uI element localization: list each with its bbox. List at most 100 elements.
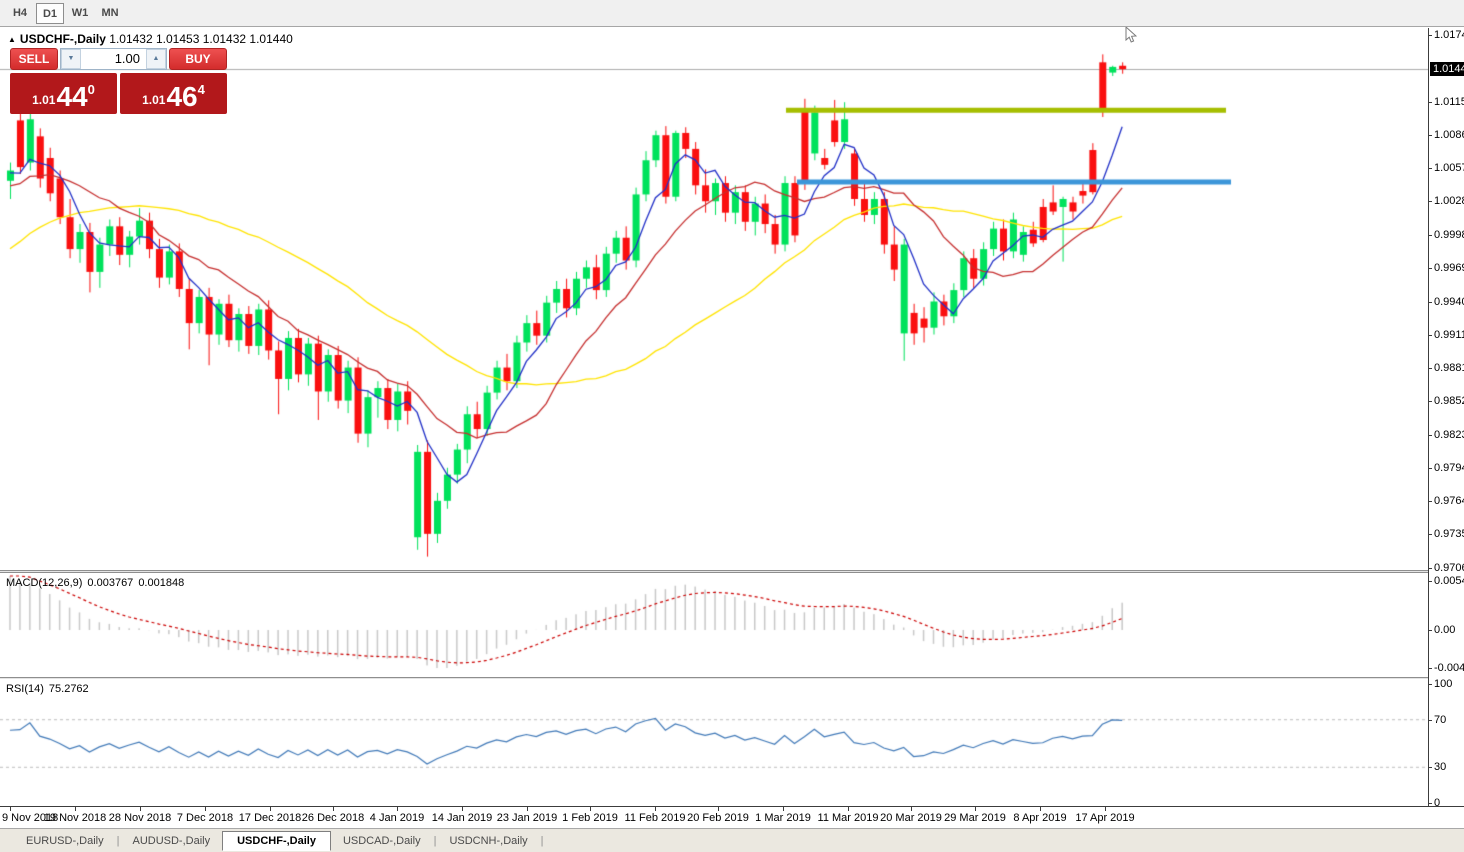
macd-pane: MACD(12,26,9) 0.003767 0.001848 [0, 573, 1464, 677]
price-axis-label: 0.98230 [1434, 429, 1464, 441]
tab-usdchf[interactable]: USDCHF-,Daily [222, 831, 331, 851]
buy-price-pip: 4 [198, 82, 205, 97]
date-axis-label: 1 Mar 2019 [755, 812, 811, 824]
date-tick-mark [655, 807, 656, 811]
axis-tick-mark [1429, 268, 1432, 269]
rsi-name: RSI(14) [6, 683, 44, 695]
rsi-axis-label: 70 [1434, 714, 1446, 726]
timeframe-button-w1[interactable]: W1 [66, 3, 94, 24]
sell-price-big: 44 [56, 84, 87, 110]
macd-label: MACD(12,26,9) 0.003767 0.001848 [6, 577, 189, 589]
one-click-trade-panel: SELL ▼ 1.00 ▲ BUY 1.01440 1.01464 [10, 48, 227, 114]
date-axis-label: 28 Nov 2018 [109, 812, 171, 824]
buy-price-display[interactable]: 1.01464 [120, 73, 227, 114]
price-axis[interactable]: 1.017401.011551.008651.005701.002800.999… [1428, 28, 1464, 806]
date-tick-mark [1040, 807, 1041, 811]
axis-tick-mark [1429, 720, 1432, 721]
buy-price-big: 46 [166, 84, 197, 110]
tab-audusd[interactable]: AUDUSD-,Daily [120, 832, 222, 850]
axis-tick-mark [1429, 102, 1432, 103]
tab-usdcnh[interactable]: USDCNH-,Daily [437, 832, 539, 850]
date-axis-label: 17 Dec 2018 [239, 812, 301, 824]
date-axis-label: 14 Jan 2019 [432, 812, 493, 824]
price-axis-label: 1.00570 [1434, 162, 1464, 174]
date-axis[interactable]: 9 Nov 201819 Nov 201828 Nov 20187 Dec 20… [0, 806, 1464, 828]
current-price-label: 1.01440 [1430, 62, 1464, 76]
tab-separator: | [541, 835, 544, 847]
volume-input[interactable]: 1.00 [81, 49, 146, 69]
date-tick-mark [140, 807, 141, 811]
date-tick-mark [10, 807, 11, 811]
chevron-up-icon: ▲ [153, 55, 160, 62]
price-axis-label: 1.01155 [1434, 96, 1464, 108]
axis-tick-mark [1429, 668, 1432, 669]
sell-button[interactable]: SELL [10, 48, 58, 70]
price-axis-label: 1.00865 [1434, 129, 1464, 141]
axis-tick-mark [1429, 568, 1432, 569]
date-tick-mark [783, 807, 784, 811]
rsi-canvas[interactable] [0, 679, 1428, 806]
trading-platform-window: H4D1W1MN MACD(12,26,9) 0.003767 0.001848 R… [0, 0, 1464, 852]
timeframe-button-d1[interactable]: D1 [36, 3, 64, 24]
date-axis-label: 20 Mar 2019 [880, 812, 942, 824]
date-tick-mark [75, 807, 76, 811]
axis-tick-mark [1429, 201, 1432, 202]
axis-tick-mark [1429, 767, 1432, 768]
date-axis-label: 4 Jan 2019 [370, 812, 424, 824]
rsi-label: RSI(14) 75.2762 [6, 683, 94, 695]
mouse-cursor [1125, 27, 1137, 44]
date-tick-mark [205, 807, 206, 811]
tab-separator: | [434, 835, 437, 847]
volume-spinner: ▼ 1.00 ▲ [60, 48, 167, 70]
volume-increase-button[interactable]: ▲ [146, 49, 166, 69]
tab-eurusd[interactable]: EURUSD-,Daily [14, 832, 116, 850]
chart-tabs: EURUSD-,Daily | AUDUSD-,DailyUSDCHF-,Daily… [0, 828, 1464, 852]
date-axis-label: 11 Mar 2019 [818, 812, 879, 824]
timeframe-button-h4[interactable]: H4 [6, 3, 34, 24]
tab-usdcad[interactable]: USDCAD-,Daily [331, 832, 433, 850]
rsi-axis-label: 30 [1434, 761, 1446, 773]
date-axis-label: 19 Nov 2018 [44, 812, 106, 824]
date-axis-label: 7 Dec 2018 [177, 812, 233, 824]
axis-tick-mark [1429, 335, 1432, 336]
date-axis-label: 1 Feb 2019 [562, 812, 618, 824]
volume-decrease-button[interactable]: ▼ [61, 49, 81, 69]
date-tick-mark [1105, 807, 1106, 811]
price-axis-label: 0.97940 [1434, 462, 1464, 474]
macd-signal-value: 0.001848 [138, 577, 184, 589]
chart-title: ▲USDCHF-,Daily 1.01432 1.01453 1.01432 1… [8, 32, 293, 46]
sell-price-display[interactable]: 1.01440 [10, 73, 117, 114]
price-axis-label: 0.99695 [1434, 262, 1464, 274]
price-axis-label: 0.99985 [1434, 229, 1464, 241]
rsi-axis-label: 100 [1434, 678, 1452, 690]
date-axis-label: 17 Apr 2019 [1075, 812, 1134, 824]
date-tick-mark [718, 807, 719, 811]
axis-tick-mark [1429, 35, 1432, 36]
macd-name: MACD(12,26,9) [6, 577, 82, 589]
collapse-icon[interactable]: ▲ [8, 35, 16, 44]
axis-tick-mark [1429, 468, 1432, 469]
buy-button[interactable]: BUY [169, 48, 227, 70]
sell-price-pip: 0 [88, 82, 95, 97]
axis-tick-mark [1429, 168, 1432, 169]
price-axis-label: 0.97060 [1434, 562, 1464, 574]
date-tick-mark [975, 807, 976, 811]
rsi-value: 75.2762 [49, 683, 89, 695]
price-axis-label: 0.99110 [1434, 329, 1464, 341]
macd-canvas[interactable] [0, 573, 1428, 677]
timeframe-button-mn[interactable]: MN [96, 3, 124, 24]
date-tick-mark [848, 807, 849, 811]
price-axis-label: 0.97645 [1434, 495, 1464, 507]
chart-ohlc-values: 1.01432 1.01453 1.01432 1.01440 [109, 32, 293, 46]
date-tick-mark [270, 807, 271, 811]
rsi-pane: RSI(14) 75.2762 [0, 679, 1464, 806]
chevron-down-icon: ▼ [68, 55, 75, 62]
price-axis-label: 0.99400 [1434, 296, 1464, 308]
date-tick-mark [911, 807, 912, 811]
date-tick-mark [462, 807, 463, 811]
price-axis-label: 1.00280 [1434, 195, 1464, 207]
macd-axis-label: 0.005429 [1434, 575, 1464, 587]
macd-main-value: 0.003767 [87, 577, 133, 589]
axis-tick-mark [1429, 803, 1432, 804]
sell-price-prefix: 1.01 [32, 93, 55, 107]
